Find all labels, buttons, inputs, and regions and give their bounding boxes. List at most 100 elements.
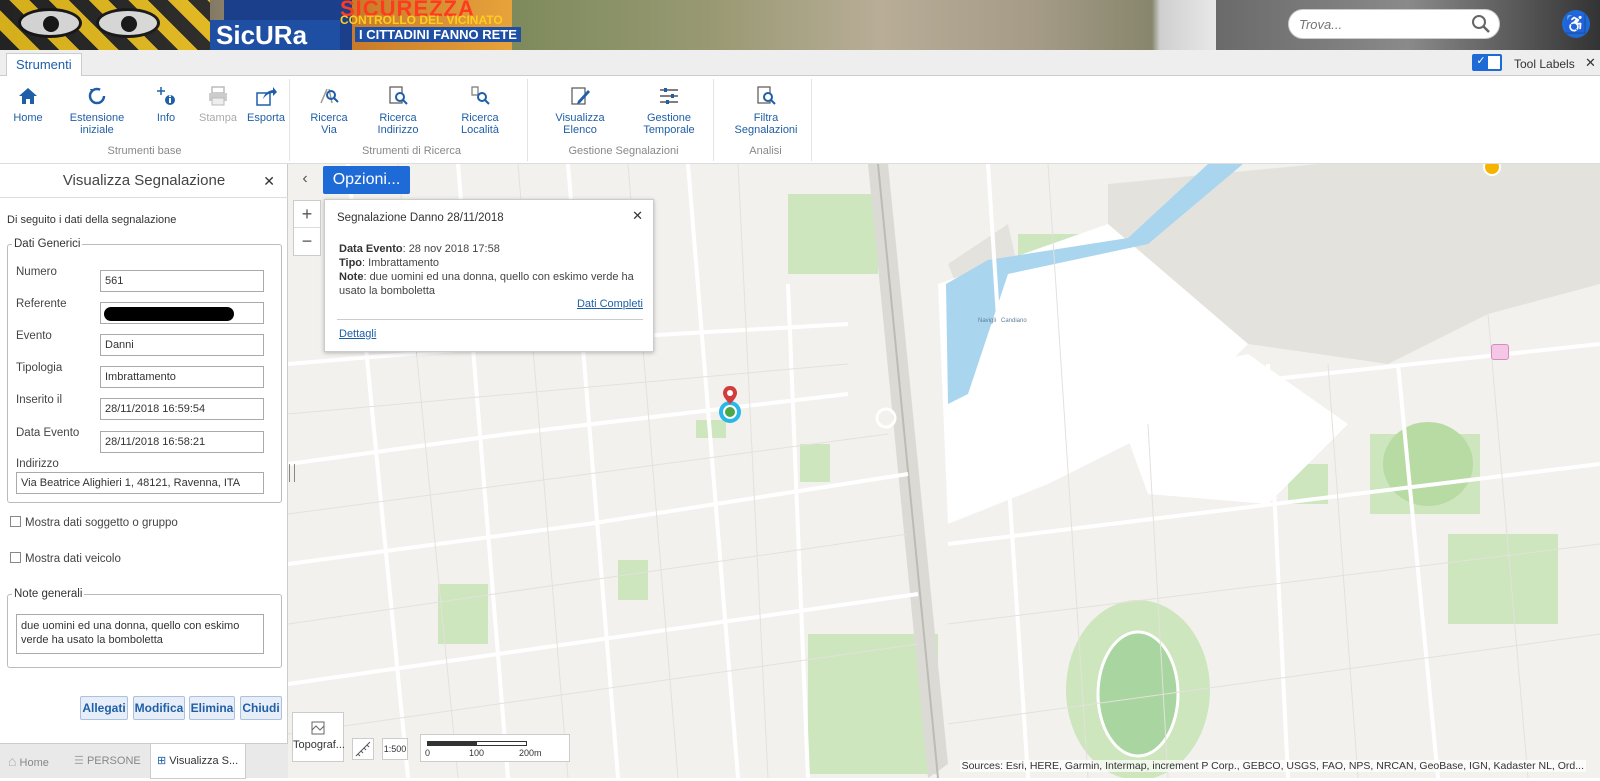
- refresh-icon: [88, 87, 106, 105]
- estensione-iniziale-button[interactable]: Estensione iniziale: [62, 85, 132, 136]
- field-inserito: Inserito il 28/11/2018 16:59:54: [16, 394, 276, 420]
- map-popup: Segnalazione Danno 28/11/2018 ✕ Data Eve…: [324, 199, 654, 352]
- poi-icon[interactable]: [1491, 344, 1509, 360]
- tool-labels-toggle[interactable]: [1472, 54, 1502, 71]
- bottom-tab-bar: ⌂ Home ☰ PERSONE ⊞ Visualizza S...: [0, 743, 288, 779]
- mostra-veicolo-checkbox[interactable]: Mostra dati veicolo: [10, 552, 121, 565]
- edit-list-icon: [571, 87, 590, 105]
- ricerca-localita-button[interactable]: Ricerca Località: [446, 85, 514, 136]
- gestione-temporale-button[interactable]: Gestione Temporale: [634, 85, 704, 136]
- visualizza-elenco-button[interactable]: Visualizza Elenco: [542, 85, 618, 136]
- field-evento: Evento Danni: [16, 330, 276, 356]
- dati-generici-section: Dati Generici Numero 561 Referente Event…: [7, 238, 282, 503]
- info-icon: [157, 87, 175, 105]
- section-legend: Note generali: [14, 588, 83, 600]
- close-icon[interactable]: ✕: [1585, 55, 1596, 71]
- home-icon: [19, 88, 37, 104]
- tipologia-field[interactable]: Imbrattamento: [100, 366, 264, 388]
- collapse-panel-button[interactable]: ‹: [296, 170, 314, 190]
- filtra-segnalazioni-button[interactable]: Filtra Segnalazioni: [730, 85, 802, 136]
- ricerca-indirizzo-button[interactable]: Ricerca Indirizzo: [362, 85, 434, 136]
- segnalazione-panel: Visualizza Segnalazione ✕ Di seguito i d…: [0, 164, 288, 778]
- field-numero: Numero 561: [16, 266, 276, 292]
- popup-divider: [337, 319, 643, 320]
- home-button[interactable]: Home: [8, 85, 48, 124]
- tab-home[interactable]: ⌂ Home: [8, 744, 68, 779]
- measure-button[interactable]: [352, 738, 374, 760]
- tool-labels-label: Tool Labels: [1514, 57, 1575, 71]
- search-box[interactable]: [1288, 9, 1500, 39]
- group-label: Strumenti base: [107, 145, 182, 157]
- redacted-value: [104, 307, 234, 321]
- field-indirizzo: Indirizzo Via Beatrice Alighieri 1, 4812…: [16, 458, 278, 498]
- tab-visualizza[interactable]: ⊞ Visualizza S...: [150, 744, 246, 779]
- print-icon: [209, 86, 227, 106]
- map-attribution: Sources: Esri, HERE, Garmin, Intermap, i…: [959, 760, 1586, 772]
- ribbon-toolbar: Home Estensione iniziale Info Stampa Esp…: [0, 76, 1600, 164]
- group-label: Gestione Segnalazioni: [568, 145, 679, 157]
- scale-button[interactable]: 1:500: [382, 738, 408, 760]
- evento-field[interactable]: Danni: [100, 334, 264, 356]
- chiudi-button[interactable]: Chiudi: [240, 696, 282, 720]
- popup-note: Note: due uomini ed una donna, quello co…: [339, 271, 634, 297]
- search-input[interactable]: [1299, 11, 1459, 37]
- inserito-field[interactable]: 28/11/2018 16:59:54: [100, 398, 264, 420]
- ricerca-via-button[interactable]: Ricerca Via: [304, 85, 354, 136]
- group-analisi: Filtra Segnalazioni Analisi: [720, 79, 812, 161]
- dati-completi-link[interactable]: Dati Completi: [577, 298, 643, 310]
- stampa-button[interactable]: Stampa: [198, 85, 238, 124]
- popup-data-evento: Data Evento: 28 nov 2018 17:58: [339, 243, 500, 255]
- opzioni-button[interactable]: Opzioni...: [323, 166, 410, 194]
- note-textarea[interactable]: due uomini ed una donna, quello con eski…: [16, 614, 264, 654]
- zoom-in-button[interactable]: +: [294, 201, 320, 228]
- tab-persone[interactable]: ☰ PERSONE: [74, 744, 148, 779]
- group-gestione-segnalazioni: Visualizza Elenco Gestione Temporale Ges…: [534, 79, 714, 161]
- info-button[interactable]: Info: [148, 85, 184, 124]
- banner-subtitle: CONTROLLO DEL VICINATO: [340, 13, 503, 27]
- export-icon: [256, 87, 277, 106]
- field-data-evento: Data Evento 28/11/2018 16:58:21: [16, 427, 276, 453]
- sliders-icon: [660, 88, 678, 104]
- measure-icon: [355, 741, 371, 757]
- search-icon[interactable]: [1471, 14, 1491, 37]
- note-generali-section: Note generali due uomini ed una donna, q…: [7, 588, 282, 668]
- scale-bar: 0 100 200m: [420, 734, 570, 762]
- field-tipologia: Tipologia Imbrattamento: [16, 362, 276, 388]
- close-icon[interactable]: ✕: [632, 208, 643, 224]
- zoom-out-button[interactable]: −: [294, 228, 320, 255]
- hierarchy-icon: ⊞: [157, 755, 167, 767]
- indirizzo-field[interactable]: Via Beatrice Alighieri 1, 48121, Ravenna…: [16, 472, 264, 494]
- group-label: Analisi: [749, 145, 782, 157]
- section-legend: Dati Generici: [14, 238, 81, 250]
- allegati-button[interactable]: Allegati: [80, 696, 128, 720]
- panel-splitter[interactable]: [289, 464, 295, 482]
- group-strumenti-ricerca: Ricerca Via Ricerca Indirizzo Ricerca Lo…: [296, 79, 528, 161]
- panel-title: Visualizza Segnalazione: [0, 164, 288, 198]
- data-evento-field[interactable]: 28/11/2018 16:58:21: [100, 431, 264, 453]
- field-referente: Referente: [16, 298, 276, 324]
- app-logo: SicURa: [210, 20, 340, 50]
- search-address-icon: [389, 86, 408, 105]
- banner-tagline: I CITTADINI FANNO RETE: [355, 27, 521, 42]
- basemap-gallery-button[interactable]: Topograf...: [292, 712, 345, 762]
- dettagli-link[interactable]: Dettagli: [339, 328, 376, 340]
- layers-icon: ☰: [74, 755, 84, 767]
- group-strumenti-base: Home Estensione iniziale Info Stampa Esp…: [0, 79, 290, 161]
- mostra-soggetto-checkbox[interactable]: Mostra dati soggetto o gruppo: [10, 516, 178, 529]
- header-banner: SicURa SICUREZZA CONTROLLO DEL VICINATO …: [0, 0, 1600, 50]
- close-icon[interactable]: ✕: [263, 173, 275, 190]
- tab-strumenti[interactable]: Strumenti: [6, 53, 82, 76]
- numero-field[interactable]: 561: [100, 270, 264, 292]
- map-marker-icon[interactable]: [716, 384, 744, 424]
- group-label: Strumenti di Ricerca: [361, 145, 462, 157]
- filter-search-icon: [757, 86, 776, 105]
- map-icon: [311, 721, 325, 735]
- search-place-icon: [471, 86, 490, 105]
- banner-eyes-graphic: [0, 0, 210, 50]
- accessibility-icon[interactable]: ♿: [1562, 10, 1590, 38]
- esporta-button[interactable]: Esporta: [246, 85, 286, 124]
- popup-title: Segnalazione Danno 28/11/2018: [337, 212, 504, 224]
- elimina-button[interactable]: Elimina: [189, 696, 235, 720]
- modifica-button[interactable]: Modifica: [133, 696, 185, 720]
- map-view[interactable]: Naviglio Candiano ‹ Opzioni... + − Segna…: [288, 164, 1600, 778]
